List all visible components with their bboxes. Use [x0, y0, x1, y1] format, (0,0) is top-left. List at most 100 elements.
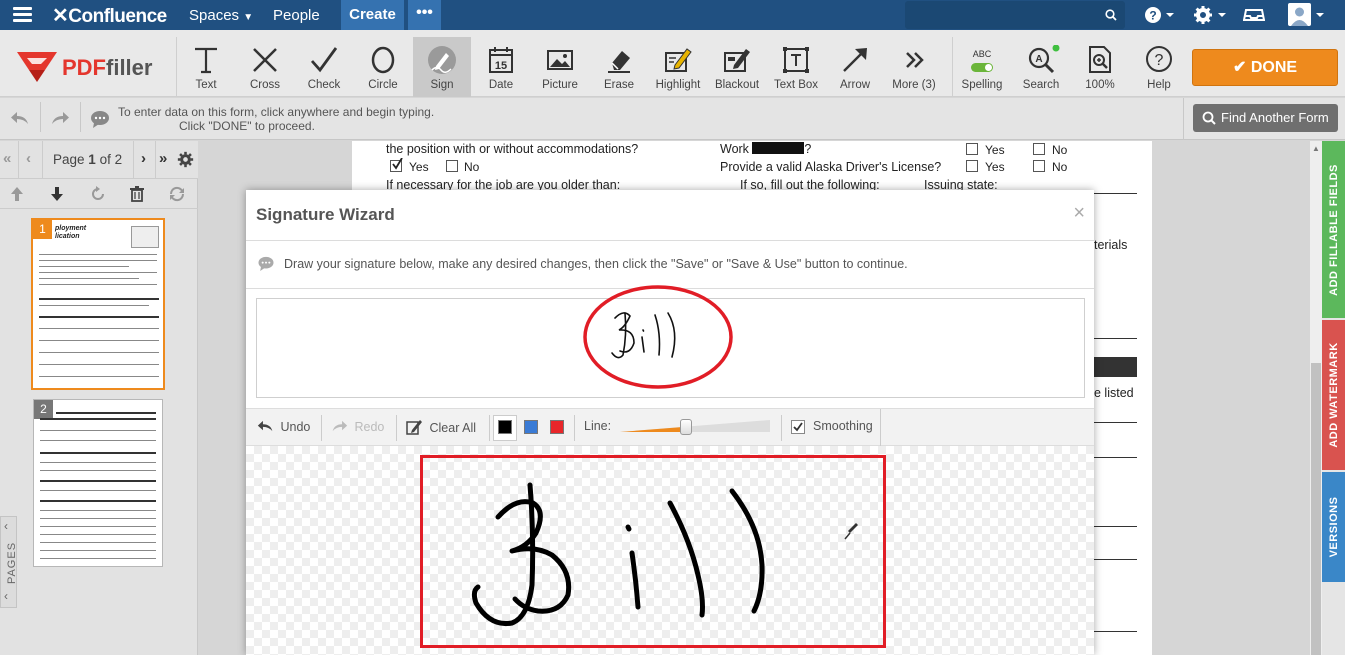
rotate-page-icon[interactable]: [90, 186, 106, 205]
help-menu-icon[interactable]: ?: [1143, 5, 1175, 28]
notifications-inbox-icon[interactable]: [1242, 5, 1266, 28]
editor-toolbar: PDFfiller Text Cross Check Circle Sign 1…: [0, 37, 1345, 97]
redo-button[interactable]: Redo: [331, 419, 384, 434]
tool-highlight-label: Highlight: [655, 79, 701, 91]
add-watermark-tab[interactable]: ADD WATERMARK: [1322, 320, 1345, 470]
slider-handle[interactable]: [680, 419, 692, 435]
checkbox-yes[interactable]: [966, 160, 978, 172]
tool-text-box[interactable]: Text Box: [767, 37, 825, 97]
pages-tab-label: PAGES: [6, 541, 19, 585]
page-settings-gear-icon[interactable]: [177, 151, 194, 171]
tool-spelling-label: Spelling: [961, 79, 1003, 91]
tool-zoom[interactable]: 100%: [1071, 37, 1129, 97]
page-indicator: Page 1 of 2: [53, 152, 122, 167]
undo-arrow-icon[interactable]: [10, 110, 30, 129]
checkbox-no[interactable]: [1033, 143, 1045, 155]
confluence-logo[interactable]: ✕Confluence: [52, 3, 167, 28]
tool-help[interactable]: ? Help: [1130, 37, 1188, 97]
textbox-icon: [783, 47, 809, 73]
signature-wizard-dialog: Signature Wizard × Draw your signature b…: [246, 190, 1094, 655]
close-icon[interactable]: ×: [1073, 202, 1085, 225]
color-swatch-black[interactable]: [498, 420, 512, 434]
checkbox-yes-checked[interactable]: [390, 158, 403, 172]
line-width-slider[interactable]: [620, 419, 770, 435]
doc-work-field: Work ?: [720, 142, 811, 156]
color-swatch-red[interactable]: [550, 420, 564, 434]
tool-date[interactable]: 15 Date: [472, 37, 530, 97]
scroll-up-icon[interactable]: ▲: [1312, 144, 1320, 153]
clear-all-button[interactable]: Clear All: [406, 419, 476, 435]
color-swatch-blue[interactable]: [524, 420, 538, 434]
thumb-box: [131, 226, 159, 248]
tool-sign-label: Sign: [430, 79, 454, 91]
nav-spaces[interactable]: Spaces ▼: [189, 7, 253, 24]
tool-sign[interactable]: Sign: [413, 37, 471, 97]
page-thumbnail-1[interactable]: 1 ployment lication: [31, 218, 165, 390]
signature-drawing-canvas[interactable]: [246, 446, 1094, 655]
delete-page-trash-icon[interactable]: [130, 186, 144, 205]
tool-spelling[interactable]: ABC Spelling: [953, 37, 1011, 97]
versions-tab[interactable]: VERSIONS: [1322, 472, 1345, 582]
add-fillable-fields-tab[interactable]: ADD FILLABLE FIELDS: [1322, 141, 1345, 318]
user-avatar-icon[interactable]: [1287, 2, 1327, 31]
page-thumbnail-2[interactable]: 2: [33, 399, 163, 567]
menu-icon[interactable]: [13, 7, 32, 23]
tool-text[interactable]: Text: [177, 37, 235, 97]
tool-blackout[interactable]: Blackout: [708, 37, 766, 97]
info-line-1: To enter data on this form, click anywhe…: [118, 105, 435, 119]
confluence-logo-text: Confluence: [68, 6, 167, 27]
tool-picture[interactable]: Picture: [531, 37, 589, 97]
nav-people[interactable]: People: [273, 7, 320, 24]
tool-check[interactable]: Check: [295, 37, 353, 97]
move-page-up-icon[interactable]: [10, 186, 24, 205]
tool-picture-label: Picture: [542, 79, 578, 91]
page-total: of 2: [99, 152, 123, 167]
prev-page-icon[interactable]: ‹: [26, 150, 31, 167]
search-icon: A: [1028, 45, 1060, 74]
watermark-tab-label: ADD WATERMARK: [1327, 342, 1340, 448]
scrollbar-thumb[interactable]: [1311, 363, 1321, 655]
pdffiller-logo: PDFfiller: [15, 50, 175, 84]
clear-all-icon: [406, 420, 422, 435]
find-another-form-button[interactable]: Find Another Form: [1193, 104, 1338, 132]
create-button[interactable]: Create: [341, 0, 404, 30]
more-button[interactable]: •••: [408, 0, 441, 30]
move-page-down-icon[interactable]: [50, 186, 64, 205]
arrow-icon: [843, 48, 867, 72]
tool-highlight[interactable]: Highlight: [649, 37, 707, 97]
doc-rule: [1094, 526, 1137, 527]
search-input[interactable]: [905, 1, 1125, 29]
picture-icon: [547, 50, 573, 70]
tool-circle[interactable]: Circle: [354, 37, 412, 97]
tool-more[interactable]: More (3): [885, 37, 943, 97]
pages-toggle-tab[interactable]: ‹ PAGES ‹: [0, 516, 19, 608]
checkbox-yes[interactable]: [966, 143, 978, 155]
doc-question-license: Provide a valid Alaska Driver's License?: [720, 160, 942, 174]
slider-track: [620, 420, 770, 432]
chat-bubble-icon: [257, 256, 275, 274]
refresh-page-icon[interactable]: [168, 186, 186, 205]
divider: [1183, 98, 1184, 140]
redo-arrow-icon[interactable]: [50, 110, 70, 129]
calendar-day: 15: [495, 60, 507, 72]
tool-arrow[interactable]: Arrow: [826, 37, 884, 97]
page-number-badge: 2: [34, 400, 53, 419]
last-page-icon[interactable]: »: [159, 150, 167, 167]
checkbox-no[interactable]: [446, 160, 458, 172]
next-page-icon[interactable]: ›: [141, 150, 146, 167]
tool-circle-label: Circle: [368, 79, 398, 91]
signature-preview-image: [583, 285, 733, 389]
tool-cross[interactable]: Cross: [236, 37, 294, 97]
divider: [396, 415, 397, 441]
undo-button[interactable]: Undo: [257, 419, 310, 434]
page-actions-bar: [0, 180, 198, 209]
document-scrollbar[interactable]: ▲: [1310, 141, 1322, 655]
check-icon: [310, 47, 338, 73]
settings-gear-icon[interactable]: [1193, 5, 1227, 28]
done-button[interactable]: ✔ DONE: [1192, 49, 1338, 86]
tool-search[interactable]: A Search: [1012, 37, 1070, 97]
smoothing-checkbox[interactable]: [791, 420, 805, 434]
checkbox-no[interactable]: [1033, 160, 1045, 172]
tool-erase[interactable]: Erase: [590, 37, 648, 97]
first-page-icon[interactable]: «: [3, 150, 11, 167]
